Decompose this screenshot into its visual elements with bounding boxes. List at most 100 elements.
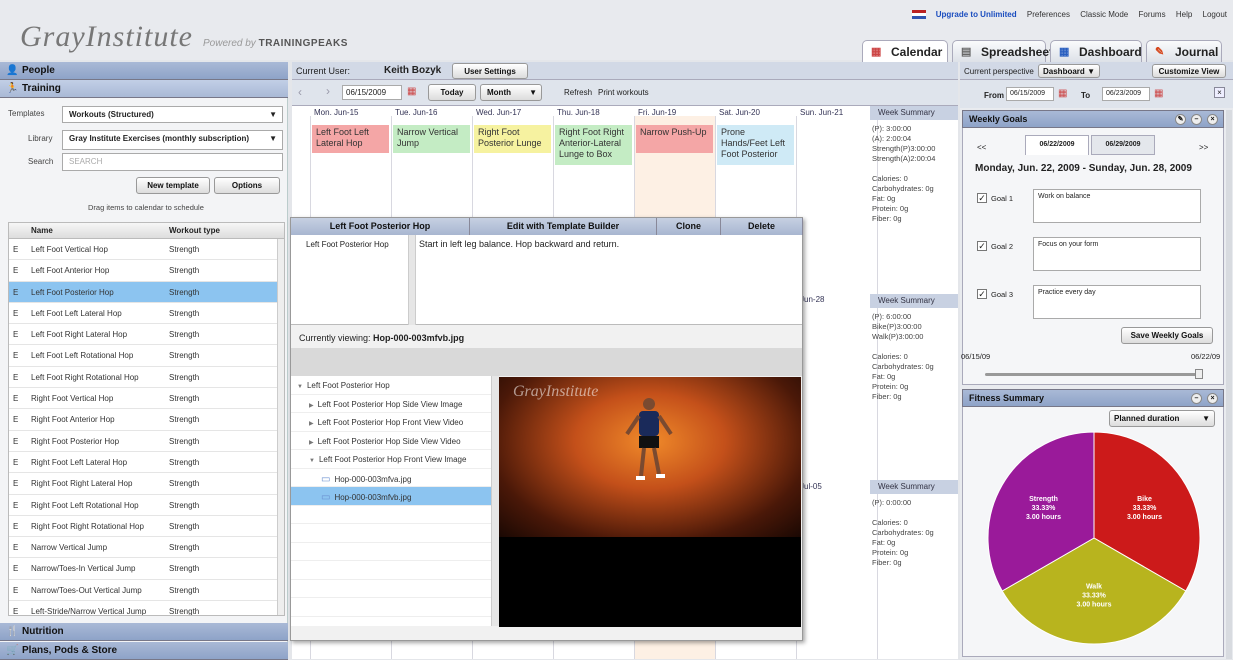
table-row[interactable]: E Narrow Vertical Jump Strength: [9, 537, 284, 559]
tree-item[interactable]: ▼ Left Foot Posterior Hop Front View Imag…: [291, 450, 491, 469]
tab-calendar[interactable]: ▦ Calendar: [862, 40, 948, 62]
classic-mode-link[interactable]: Classic Mode: [1080, 10, 1128, 19]
library-select[interactable]: Gray Institute Exercises (monthly subscr…: [62, 130, 283, 150]
calendar-picker-icon[interactable]: ▦: [407, 86, 416, 97]
logout-link[interactable]: Logout: [1203, 10, 1227, 19]
workout-card[interactable]: Narrow Vertical Jump: [393, 125, 470, 153]
calendar-picker-icon[interactable]: ▦: [1154, 88, 1163, 99]
templates-select[interactable]: Workouts (Structured) ▼: [62, 106, 283, 123]
table-row[interactable]: E Left Foot Posterior Hop Strength: [9, 281, 284, 303]
goal-text-field[interactable]: Focus on your form: [1033, 237, 1201, 271]
goals-tab-week1[interactable]: 06/22/2009: [1025, 135, 1089, 155]
table-row[interactable]: E Narrow/Toes-Out Vertical Jump Strength: [9, 580, 284, 602]
close-icon[interactable]: ×: [1207, 114, 1218, 125]
workout-card[interactable]: Narrow Push-Up: [636, 125, 713, 153]
day-column[interactable]: [796, 116, 877, 659]
upgrade-link[interactable]: Upgrade to Unlimited: [936, 10, 1017, 19]
prev-arrow-icon[interactable]: ‹: [298, 85, 302, 99]
edit-template-button[interactable]: Edit with Template Builder: [470, 218, 657, 235]
options-button[interactable]: Options: [214, 177, 280, 194]
table-row[interactable]: E Left Foot Right Rotational Hop Strengt…: [9, 367, 284, 389]
table-row[interactable]: E Right Foot Right Lateral Hop Strength: [9, 473, 284, 495]
save-weekly-goals-button[interactable]: Save Weekly Goals: [1121, 327, 1213, 344]
from-date-input[interactable]: 06/15/2009: [1006, 87, 1054, 101]
delete-button[interactable]: Delete: [721, 218, 803, 235]
clone-button[interactable]: Clone: [657, 218, 721, 235]
people-accordion[interactable]: 👤 People: [0, 62, 288, 80]
right-scrollbar[interactable]: [1226, 110, 1232, 659]
week3-day-label: Jul-05: [800, 482, 822, 491]
workout-card[interactable]: Right Foot Right Anterior-Lateral Lunge …: [555, 125, 632, 165]
calendar-picker-icon[interactable]: ▦: [1058, 88, 1067, 99]
view-select[interactable]: Month ▼: [480, 84, 542, 101]
goals-next-link[interactable]: >>: [1199, 143, 1208, 152]
table-row[interactable]: E Right Foot Vertical Hop Strength: [9, 388, 284, 410]
tab-journal[interactable]: ✎ Journal: [1146, 40, 1222, 62]
tree-item[interactable]: ▭ Hop-000-003mfva.jpg: [291, 469, 491, 487]
table-row[interactable]: E Left Foot Right Lateral Hop Strength: [9, 324, 284, 346]
table-row[interactable]: E Right Foot Left Rotational Hop Strengt…: [9, 495, 284, 516]
table-row[interactable]: E Left Foot Vertical Hop Strength: [9, 239, 284, 261]
tree-item[interactable]: ▶ Left Foot Posterior Hop Front View Vide…: [291, 413, 491, 432]
goals-prev-link[interactable]: <<: [977, 143, 986, 152]
table-scrollbar[interactable]: [277, 239, 284, 615]
table-row[interactable]: E Right Foot Anterior Hop Strength: [9, 409, 284, 431]
search-input[interactable]: SEARCH: [62, 153, 283, 171]
workout-card[interactable]: Right Foot Posterior Lunge: [474, 125, 551, 153]
new-template-button[interactable]: New template: [136, 177, 210, 194]
tree-item[interactable]: ▭ Hop-000-003mfvb.jpg: [291, 487, 491, 506]
dashboard-panel: Current perspective Dashboard ▼ Customize…: [960, 62, 1233, 659]
tree-item[interactable]: ▼ Left Foot Posterior Hop: [291, 376, 491, 395]
minimize-icon[interactable]: –: [1191, 114, 1202, 125]
minimize-icon[interactable]: –: [1191, 393, 1202, 404]
search-label: Search: [28, 157, 54, 166]
workout-card[interactable]: Prone Hands/Feet Left Foot Posterior: [717, 125, 794, 165]
date-slider[interactable]: [985, 373, 1201, 376]
table-row[interactable]: E Right Foot Right Rotational Hop Streng…: [9, 516, 284, 538]
to-date-input[interactable]: 06/23/2009: [1102, 87, 1150, 101]
close-icon[interactable]: ×: [1214, 87, 1225, 98]
tree-empty-row: [291, 543, 491, 561]
close-icon[interactable]: ×: [1207, 393, 1218, 404]
help-link[interactable]: Help: [1176, 10, 1192, 19]
tab-spreadsheet[interactable]: ▤ Spreadsheet: [952, 40, 1053, 62]
perspective-select[interactable]: Dashboard ▼: [1038, 64, 1100, 78]
planned-duration-select[interactable]: Planned duration ▼: [1109, 410, 1215, 427]
training-accordion[interactable]: 🏃 Training: [0, 80, 288, 98]
tree-splitter[interactable]: [491, 376, 499, 626]
col-name-header[interactable]: Name: [31, 226, 53, 235]
workout-type: Strength: [169, 607, 200, 616]
table-row[interactable]: E Right Foot Posterior Hop Strength: [9, 431, 284, 452]
tree-item[interactable]: ▶ Left Foot Posterior Hop Side View Video: [291, 432, 491, 450]
today-button[interactable]: Today: [428, 84, 476, 101]
table-row[interactable]: E Left Foot Left Lateral Hop Strength: [9, 303, 284, 325]
workout-card[interactable]: Left Foot Left Lateral Hop: [312, 125, 389, 153]
user-settings-button[interactable]: User Settings: [452, 63, 528, 79]
col-type-header[interactable]: Workout type: [169, 226, 220, 235]
goal-checkbox[interactable]: ✓: [977, 241, 987, 251]
goal-text-field[interactable]: Work on balance: [1033, 189, 1201, 223]
print-link[interactable]: Print workouts: [598, 88, 649, 97]
table-row[interactable]: E Left Foot Left Rotational Hop Strength: [9, 345, 284, 367]
table-row[interactable]: E Right Foot Left Lateral Hop Strength: [9, 452, 284, 474]
tab-dashboard[interactable]: ▦ Dashboard: [1050, 40, 1142, 62]
refresh-link[interactable]: Refresh: [564, 88, 592, 97]
preferences-link[interactable]: Preferences: [1027, 10, 1070, 19]
slider-handle[interactable]: [1195, 369, 1203, 379]
goal-text-field[interactable]: Practice every day: [1033, 285, 1201, 319]
customize-view-button[interactable]: Customize View: [1152, 64, 1226, 78]
table-row[interactable]: E Narrow/Toes-In Vertical Jump Strength: [9, 558, 284, 580]
date-input[interactable]: 06/15/2009: [342, 85, 402, 100]
table-row[interactable]: E Left Foot Anterior Hop Strength: [9, 260, 284, 282]
goal-checkbox[interactable]: ✓: [977, 193, 987, 203]
goal-checkbox[interactable]: ✓: [977, 289, 987, 299]
goals-tab-week2[interactable]: 06/29/2009: [1091, 135, 1155, 155]
edit-icon[interactable]: ✎: [1175, 114, 1186, 125]
tree-item[interactable]: ▶ Left Foot Posterior Hop Side View Image: [291, 395, 491, 413]
table-row[interactable]: E Left-Stride/Narrow Vertical Jump Stren…: [9, 601, 284, 616]
nutrition-accordion[interactable]: 🍴 Nutrition: [0, 623, 288, 641]
plans-accordion[interactable]: 🛒 Plans, Pods & Store: [0, 642, 288, 660]
splitter-handle[interactable]: [408, 235, 416, 325]
forums-link[interactable]: Forums: [1138, 10, 1165, 19]
next-arrow-icon[interactable]: ›: [326, 84, 330, 98]
